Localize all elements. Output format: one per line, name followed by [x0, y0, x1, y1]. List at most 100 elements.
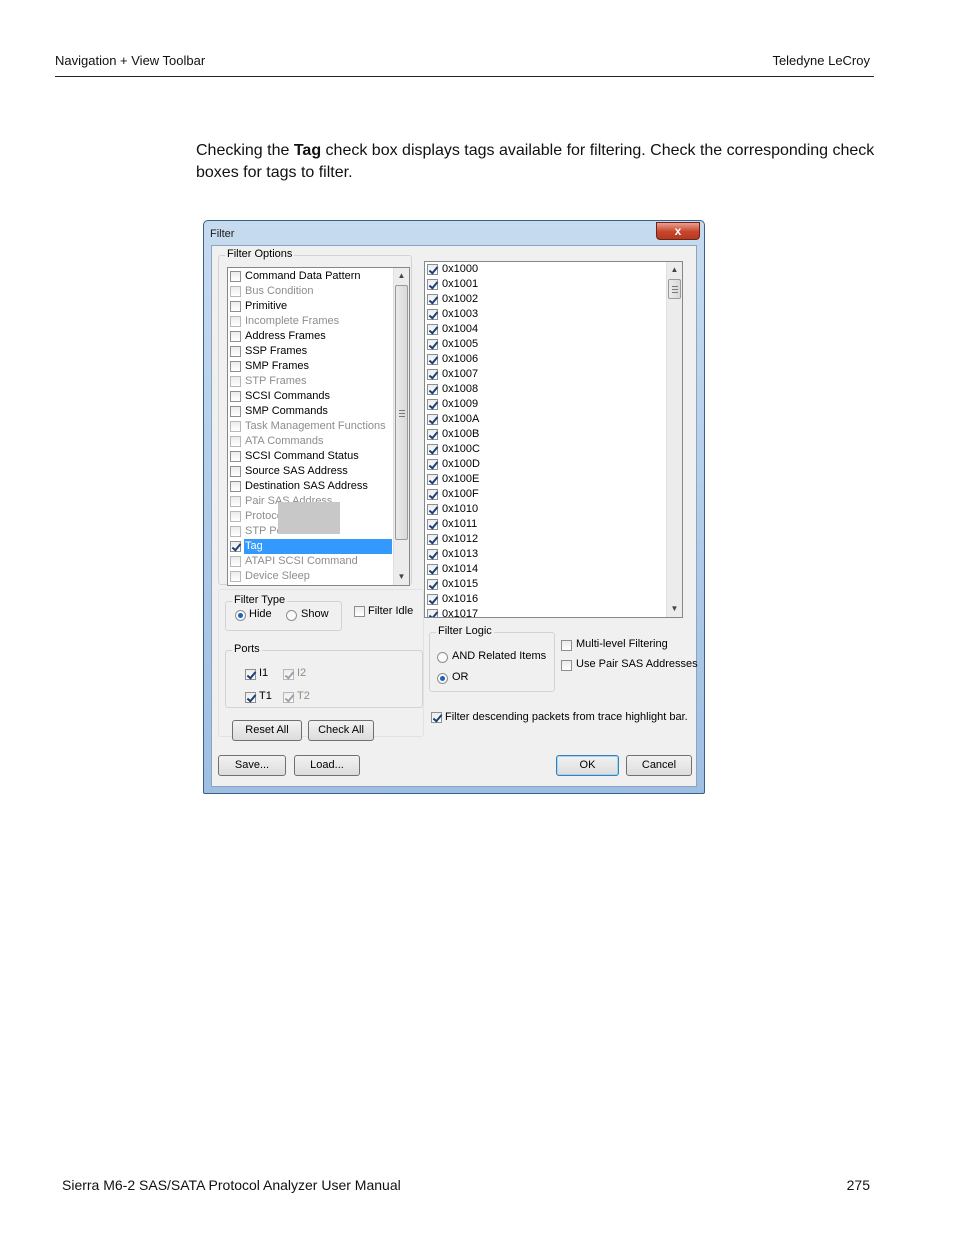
filter-option-item-checkbox[interactable]: [230, 466, 241, 477]
filter-option-item-checkbox[interactable]: [230, 481, 241, 492]
check-all-button[interactable]: Check All: [308, 720, 374, 741]
filter-options-list[interactable]: Command Data Pattern Bus Condition Primiti…: [227, 267, 410, 586]
filter-option-item-checkbox[interactable]: [230, 301, 241, 312]
filter-option-item-checkbox[interactable]: [230, 361, 241, 372]
tag-list-scrollbar[interactable]: ▲ ▼: [666, 262, 682, 617]
header-company: Teledyne LeCroy: [772, 53, 870, 68]
filter-option-item-checkbox[interactable]: [230, 511, 241, 522]
tag-item-checkbox[interactable]: [427, 579, 438, 590]
filter-option-item-checkbox[interactable]: [230, 406, 241, 417]
tag-item-label: 0x1014: [442, 563, 479, 575]
use-pair-label: Use Pair SAS Addresses: [576, 658, 698, 670]
tag-item-checkbox[interactable]: [427, 414, 438, 425]
tag-item-checkbox[interactable]: [427, 474, 438, 485]
filter-option-item-label: SCSI Commands: [245, 390, 330, 402]
tag-item-checkbox[interactable]: [427, 534, 438, 545]
ok-button[interactable]: OK: [556, 755, 619, 776]
cancel-button[interactable]: Cancel: [626, 755, 692, 776]
tag-item-label: 0x1017: [442, 608, 479, 618]
filter-option-item-checkbox[interactable]: [230, 331, 241, 342]
tag-item-checkbox[interactable]: [427, 354, 438, 365]
tag-item-checkbox[interactable]: [427, 549, 438, 560]
load-button[interactable]: Load...: [294, 755, 360, 776]
tag-item-checkbox[interactable]: [427, 279, 438, 290]
filter-option-item-checkbox[interactable]: [230, 556, 241, 567]
tag-item-checkbox[interactable]: [427, 309, 438, 320]
scroll-down-icon[interactable]: ▼: [396, 571, 407, 582]
tag-item-label: 0x1009: [442, 398, 479, 410]
tag-item-checkbox[interactable]: [427, 429, 438, 440]
filter-option-item-label: Incomplete Frames: [245, 315, 340, 327]
filter-option-item-checkbox[interactable]: [230, 316, 241, 327]
tag-item-label: 0x100F: [442, 488, 479, 500]
scroll-up-icon[interactable]: ▲: [669, 264, 680, 275]
tag-item-checkbox[interactable]: [427, 384, 438, 395]
tag-item-label: 0x1008: [442, 383, 479, 395]
tag-list[interactable]: 0x1000 0x1001 0x1002 0x1003 0x1004 0x1005 0x10…: [424, 261, 683, 618]
tag-item-checkbox[interactable]: [427, 339, 438, 350]
filter-options-scrollbar[interactable]: ▲ ▼: [393, 268, 409, 585]
close-button[interactable]: x: [656, 222, 700, 240]
footer-manual-title: Sierra M6-2 SAS/SATA Protocol Analyzer U…: [62, 1177, 401, 1193]
tag-item-checkbox[interactable]: [427, 564, 438, 575]
tag-item-label: 0x1001: [442, 278, 479, 290]
tag-item-checkbox[interactable]: [427, 594, 438, 605]
filter-option-item-checkbox[interactable]: [230, 346, 241, 357]
filter-dialog: Filter x Filter Options Command Data Pat…: [203, 220, 705, 794]
scroll-down-icon[interactable]: ▼: [669, 603, 680, 614]
tag-item-checkbox[interactable]: [427, 399, 438, 410]
scroll-thumb[interactable]: [395, 285, 408, 540]
tag-item-checkbox[interactable]: [427, 264, 438, 275]
multi-level-checkbox[interactable]: [561, 640, 572, 651]
filter-option-item-checkbox[interactable]: [230, 286, 241, 297]
reset-all-button[interactable]: Reset All: [232, 720, 302, 741]
filter-option-item-label: Device Sleep: [245, 570, 310, 582]
filter-option-item-checkbox[interactable]: [230, 376, 241, 387]
intro-tag-bold: Tag: [293, 142, 322, 159]
close-icon: x: [674, 224, 682, 238]
tag-item-checkbox[interactable]: [427, 294, 438, 305]
tag-item-checkbox[interactable]: [427, 444, 438, 455]
tag-item-checkbox[interactable]: [427, 504, 438, 515]
tag-item-checkbox[interactable]: [427, 609, 438, 617]
filter-option-item-checkbox[interactable]: [230, 451, 241, 462]
tag-item-checkbox[interactable]: [427, 369, 438, 380]
filter-option-item-label: Address Frames: [245, 330, 326, 342]
filter-option-item-checkbox[interactable]: [230, 271, 241, 282]
options-panel: [218, 589, 424, 737]
filter-option-item-checkbox[interactable]: [230, 496, 241, 507]
tag-item-checkbox[interactable]: [427, 489, 438, 500]
tag-item-checkbox[interactable]: [427, 459, 438, 470]
filter-option-item-label: Primitive: [245, 300, 288, 312]
multi-level-label: Multi-level Filtering: [576, 638, 668, 650]
filter-option-item-label: Command Data Pattern: [245, 270, 361, 282]
filter-option-item-label: Task Management Functions: [245, 420, 386, 432]
filter-option-item-label: Tag: [244, 539, 392, 554]
filter-option-item-checkbox[interactable]: [230, 541, 241, 552]
header-section-title: Navigation + View Toolbar: [55, 53, 206, 68]
scroll-up-icon[interactable]: ▲: [396, 270, 407, 281]
tag-item-checkbox[interactable]: [427, 519, 438, 530]
tag-item-label: 0x100E: [442, 473, 480, 485]
page-footer: Sierra M6-2 SAS/SATA Protocol Analyzer U…: [62, 1177, 870, 1193]
and-related-radio[interactable]: [437, 652, 448, 663]
filter-option-item-label: ATA Commands: [245, 435, 324, 447]
filter-option-item-checkbox[interactable]: [230, 421, 241, 432]
filter-option-item-checkbox[interactable]: [230, 526, 241, 537]
tag-item-label: 0x100D: [442, 458, 480, 470]
filter-logic-legend: Filter Logic: [436, 625, 494, 637]
filter-option-item-checkbox[interactable]: [230, 571, 241, 582]
filter-option-item-checkbox[interactable]: [230, 436, 241, 447]
save-button[interactable]: Save...: [218, 755, 286, 776]
filter-option-item-label: SMP Frames: [245, 360, 309, 372]
filter-descending-checkbox[interactable]: [431, 712, 442, 723]
tag-item-label: 0x1013: [442, 548, 479, 560]
or-radio[interactable]: [437, 673, 448, 684]
tag-item-label: 0x100A: [442, 413, 480, 425]
tag-item-checkbox[interactable]: [427, 324, 438, 335]
tag-item-label: 0x1002: [442, 293, 479, 305]
filter-option-item-checkbox[interactable]: [230, 391, 241, 402]
scroll-thumb[interactable]: [668, 279, 681, 299]
filter-option-item-label: ATAPI SCSI Command: [245, 555, 358, 567]
use-pair-checkbox[interactable]: [561, 660, 572, 671]
